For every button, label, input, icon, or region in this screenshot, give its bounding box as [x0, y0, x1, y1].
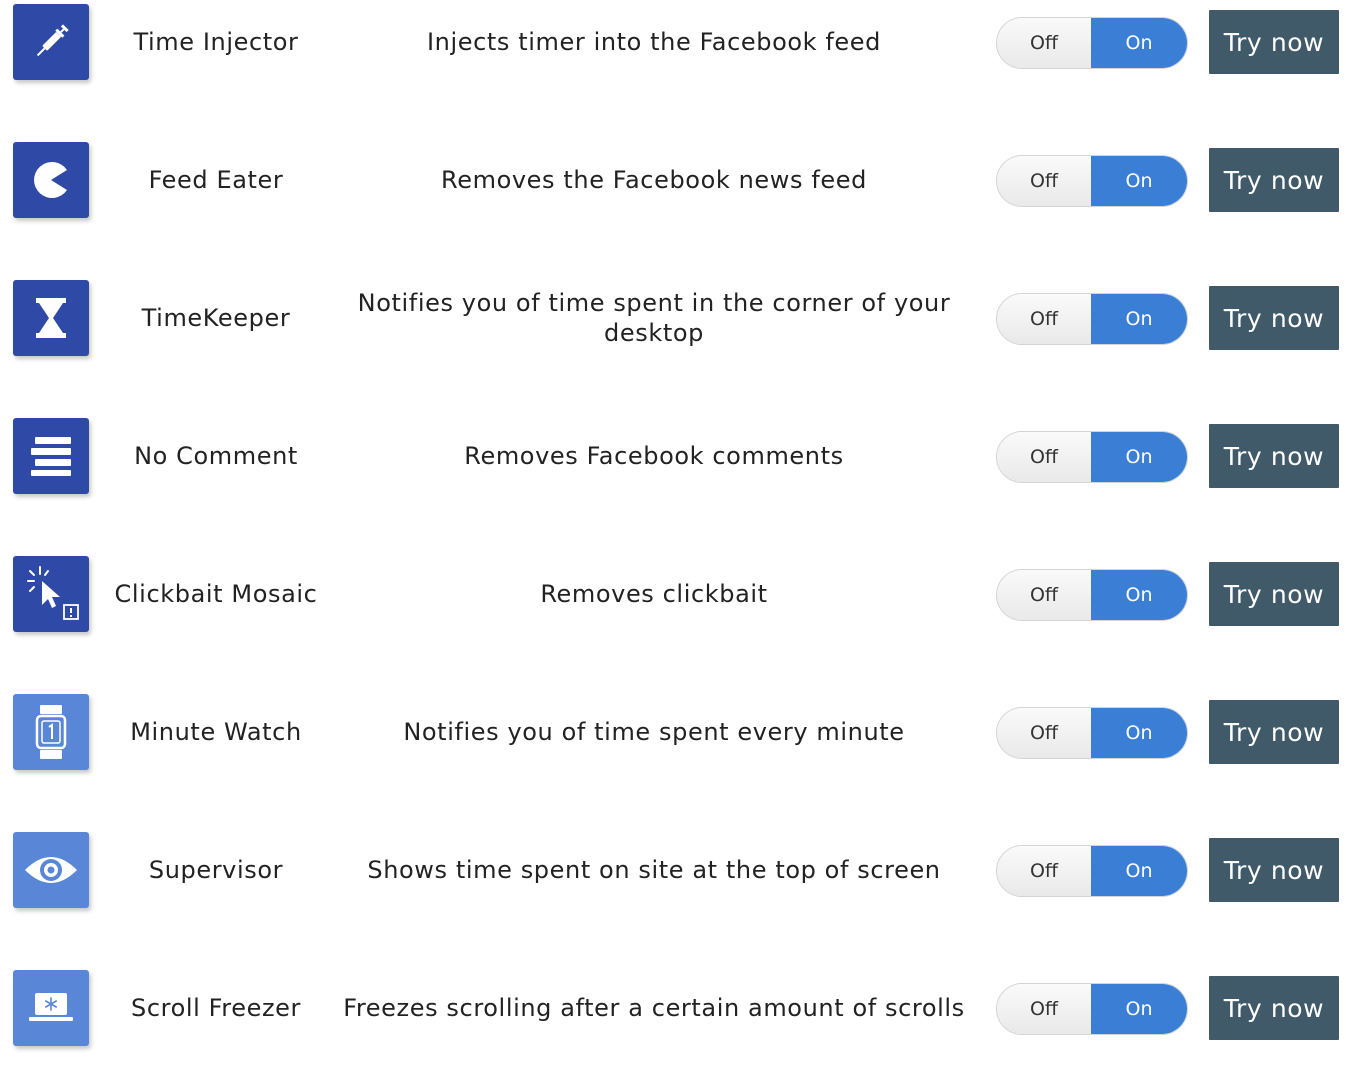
feature-toggle[interactable]: Off On	[996, 983, 1188, 1035]
feature-name: Feed Eater	[148, 166, 284, 194]
toggle-on-option[interactable]: On	[1091, 432, 1187, 482]
cursor-click-icon	[13, 556, 89, 632]
feature-row-minute-watch: Minute Watch Notifies you of time spent …	[0, 690, 1352, 790]
toggle-off-option[interactable]: Off	[997, 570, 1091, 620]
feature-name: Supervisor	[148, 856, 284, 884]
try-now-button[interactable]: Try now	[1209, 976, 1339, 1040]
feature-row-scroll-freezer: Scroll Freezer Freezes scrolling after a…	[0, 966, 1352, 1066]
feature-description: Notifies you of time spent every minute	[403, 718, 905, 746]
feature-toggle[interactable]: Off On	[996, 293, 1188, 345]
laptop-snowflake-icon	[13, 970, 89, 1046]
feature-toggle[interactable]: Off On	[996, 155, 1188, 207]
try-now-button[interactable]: Try now	[1209, 286, 1339, 350]
feature-row-timekeeper: TimeKeeper Notifies you of time spent in…	[0, 276, 1352, 376]
feature-description: Removes clickbait	[540, 580, 768, 608]
toggle-off-option[interactable]: Off	[997, 984, 1091, 1034]
feature-description: Removes the Facebook news feed	[441, 166, 867, 194]
toggle-off-option[interactable]: Off	[997, 432, 1091, 482]
try-now-button[interactable]: Try now	[1209, 700, 1339, 764]
toggle-on-option[interactable]: On	[1091, 570, 1187, 620]
feature-row-feed-eater: Feed Eater Removes the Facebook news fee…	[0, 138, 1352, 238]
feature-toggle[interactable]: Off On	[996, 569, 1188, 621]
feature-description: Notifies you of time spent in the corner…	[357, 289, 951, 347]
try-now-button[interactable]: Try now	[1209, 10, 1339, 74]
toggle-off-option[interactable]: Off	[997, 294, 1091, 344]
toggle-on-option[interactable]: On	[1091, 708, 1187, 758]
feature-name: No Comment	[134, 442, 298, 470]
try-now-button[interactable]: Try now	[1209, 424, 1339, 488]
try-now-button[interactable]: Try now	[1209, 562, 1339, 626]
pacman-icon	[13, 142, 89, 218]
toggle-off-option[interactable]: Off	[997, 708, 1091, 758]
toggle-on-option[interactable]: On	[1091, 156, 1187, 206]
try-now-button[interactable]: Try now	[1209, 148, 1339, 212]
toggle-on-option[interactable]: On	[1091, 294, 1187, 344]
toggle-off-option[interactable]: Off	[997, 156, 1091, 206]
list-icon	[13, 418, 89, 494]
feature-row-clickbait-mosaic: Clickbait Mosaic Removes clickbait Off O…	[0, 552, 1352, 652]
feature-toggle[interactable]: Off On	[996, 845, 1188, 897]
feature-row-time-injector: Time Injector Injects timer into the Fac…	[0, 0, 1352, 100]
feature-name: Minute Watch	[130, 718, 302, 746]
feature-name: Clickbait Mosaic	[114, 580, 318, 608]
feature-row-supervisor: Supervisor Shows time spent on site at t…	[0, 828, 1352, 928]
feature-name: Scroll Freezer	[131, 994, 301, 1022]
feature-description: Removes Facebook comments	[464, 442, 844, 470]
eye-icon	[13, 832, 89, 908]
feature-name: Time Injector	[133, 28, 299, 56]
feature-toggle[interactable]: Off On	[996, 707, 1188, 759]
try-now-button[interactable]: Try now	[1209, 838, 1339, 902]
feature-description: Shows time spent on site at the top of s…	[367, 856, 941, 884]
feature-row-no-comment: No Comment Removes Facebook comments Off…	[0, 414, 1352, 514]
feature-toggle[interactable]: Off On	[996, 431, 1188, 483]
feature-name: TimeKeeper	[141, 304, 291, 332]
toggle-off-option[interactable]: Off	[997, 846, 1091, 896]
feature-description: Injects timer into the Facebook feed	[426, 28, 881, 56]
syringe-icon	[13, 4, 89, 80]
watch-icon	[13, 694, 89, 770]
toggle-on-option[interactable]: On	[1091, 18, 1187, 68]
toggle-off-option[interactable]: Off	[997, 18, 1091, 68]
toggle-on-option[interactable]: On	[1091, 984, 1187, 1034]
toggle-on-option[interactable]: On	[1091, 846, 1187, 896]
feature-toggle[interactable]: Off On	[996, 17, 1188, 69]
hourglass-icon	[13, 280, 89, 356]
feature-description: Freezes scrolling after a certain amount…	[343, 994, 965, 1022]
